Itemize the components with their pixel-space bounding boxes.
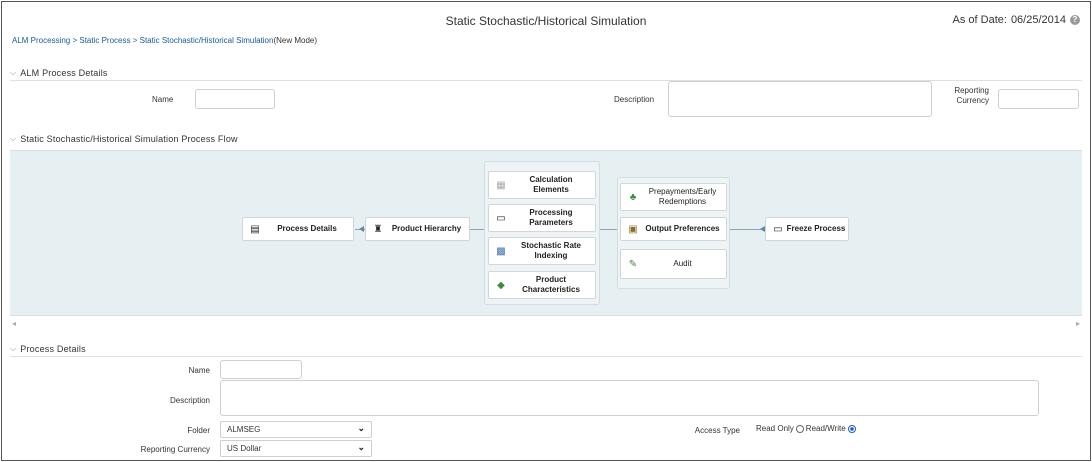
- calculator-icon: ▦: [496, 179, 506, 191]
- audit-icon: ✎: [628, 258, 638, 270]
- pd-name-input[interactable]: [220, 360, 302, 379]
- label-line: Redemptions: [658, 197, 707, 206]
- access-type-label: Access Type: [694, 426, 740, 435]
- folder-select[interactable]: ALMSEG ⌄: [220, 421, 372, 438]
- scroll-right-icon[interactable]: ▸: [1076, 319, 1080, 328]
- pd-reporting-currency-label: Reporting Currency: [140, 445, 210, 454]
- label-line: Calculation: [529, 175, 573, 184]
- node-processing-parameters[interactable]: ▭ Processing Parameters: [488, 204, 596, 232]
- node-calculation-elements[interactable]: ▦ Calculation Elements: [488, 171, 596, 199]
- chevron-down-icon: ⌵: [10, 134, 17, 143]
- pd-description-label: Description: [169, 396, 210, 405]
- breadcrumb: ALM Processing > Static Process > Static…: [12, 36, 317, 45]
- horizontal-scrollbar[interactable]: ◂ ▸: [10, 316, 1082, 330]
- label-line: Characteristics: [522, 285, 580, 294]
- leaf-icon: ◆: [497, 279, 505, 291]
- reporting-label-line2: Currency: [956, 96, 989, 105]
- read-only-label: Read Only: [756, 424, 794, 433]
- document-icon: ▤: [250, 223, 260, 235]
- breadcrumb-path[interactable]: ALM Processing > Static Process > Static…: [12, 36, 273, 45]
- process-details-header[interactable]: ⌵ Process Details: [10, 344, 86, 354]
- alm-details-header[interactable]: ⌵ ALM Process Details: [10, 68, 108, 78]
- chevron-down-icon: ⌵: [10, 68, 17, 77]
- label-line: Elements: [533, 185, 569, 194]
- output-icon: ▣: [628, 223, 638, 235]
- label-line: Indexing: [534, 251, 568, 260]
- folder-value: ALMSEG: [227, 425, 261, 434]
- help-icon[interactable]: ?: [1070, 15, 1080, 25]
- process-details-heading: Process Details: [20, 344, 86, 354]
- folder-label: Folder: [187, 426, 210, 435]
- chevron-down-icon: ⌵: [10, 344, 17, 353]
- access-type-radios: Read Only Read/Write: [756, 424, 858, 433]
- app-window: Static Stochastic/Historical Simulation …: [1, 1, 1091, 461]
- label-line: Stochastic Rate: [520, 241, 582, 250]
- process-flow-header[interactable]: ⌵ Static Stochastic/Historical Simulatio…: [10, 134, 238, 144]
- alm-reporting-currency-label: Reporting Currency: [932, 86, 989, 106]
- divider: [10, 356, 1082, 357]
- breadcrumb-mode: (New Mode): [273, 36, 318, 45]
- label-line: Parameters: [529, 218, 573, 227]
- pd-name-label: Name: [188, 366, 210, 375]
- hierarchy-icon: ♜: [373, 223, 383, 235]
- node-stochastic-rate-indexing[interactable]: ▩ Stochastic Rate Indexing: [488, 237, 596, 265]
- node-freeze-process[interactable]: ▭ Freeze Process: [765, 217, 849, 241]
- page-icon: ▭: [496, 212, 506, 224]
- alm-description-label: Description: [614, 95, 655, 104]
- label-line: Prepayments/Early: [648, 187, 717, 196]
- node-prepayments[interactable]: ♣ Prepayments/Early Redemptions: [620, 183, 727, 211]
- reporting-label-line1: Reporting: [954, 86, 989, 95]
- chevron-down-icon: ⌄: [357, 442, 365, 452]
- as-of-date: As of Date: 06/25/2014 ?: [953, 14, 1080, 26]
- reporting-currency-value: US Dollar: [227, 444, 262, 453]
- reporting-currency-select[interactable]: US Dollar ⌄: [220, 440, 372, 457]
- as-of-label: As of Date:: [952, 14, 1007, 26]
- connector: [470, 229, 484, 230]
- read-write-radio[interactable]: [847, 424, 856, 433]
- process-flow-canvas: ▤ Process Details ♜ Product Hierarchy ▦ …: [10, 150, 1082, 316]
- page-title: Static Stochastic/Historical Simulation: [445, 14, 647, 28]
- node-product-hierarchy[interactable]: ♜ Product Hierarchy: [365, 217, 470, 241]
- node-audit[interactable]: ✎ Audit: [620, 249, 727, 279]
- alm-name-label: Name: [152, 95, 174, 104]
- pd-description-input[interactable]: [220, 380, 1039, 416]
- grid-icon: ▩: [496, 245, 506, 257]
- node-output-preferences[interactable]: ▣ Output Preferences: [620, 217, 727, 241]
- alm-details-heading: ALM Process Details: [20, 68, 108, 78]
- alm-name-input[interactable]: [195, 89, 275, 109]
- node-process-details[interactable]: ▤ Process Details: [242, 217, 354, 241]
- label-line: Processing: [529, 208, 573, 217]
- as-of-value: 06/25/2014: [1010, 14, 1066, 26]
- folder-icon: ▭: [773, 223, 783, 235]
- read-only-radio[interactable]: [795, 424, 804, 433]
- read-write-label: Read/Write: [805, 424, 846, 433]
- node-product-characteristics[interactable]: ◆ Product Characteristics: [488, 271, 596, 299]
- chevron-down-icon: ⌄: [357, 423, 365, 433]
- arrow-icon: [359, 226, 364, 232]
- scroll-left-icon[interactable]: ◂: [12, 319, 16, 328]
- label-line: Product: [535, 275, 567, 284]
- alm-description-input[interactable]: [668, 81, 932, 117]
- alm-reporting-currency-input[interactable]: [998, 89, 1079, 109]
- process-flow-heading: Static Stochastic/Historical Simulation …: [20, 134, 238, 144]
- money-icon: ♣: [629, 191, 637, 203]
